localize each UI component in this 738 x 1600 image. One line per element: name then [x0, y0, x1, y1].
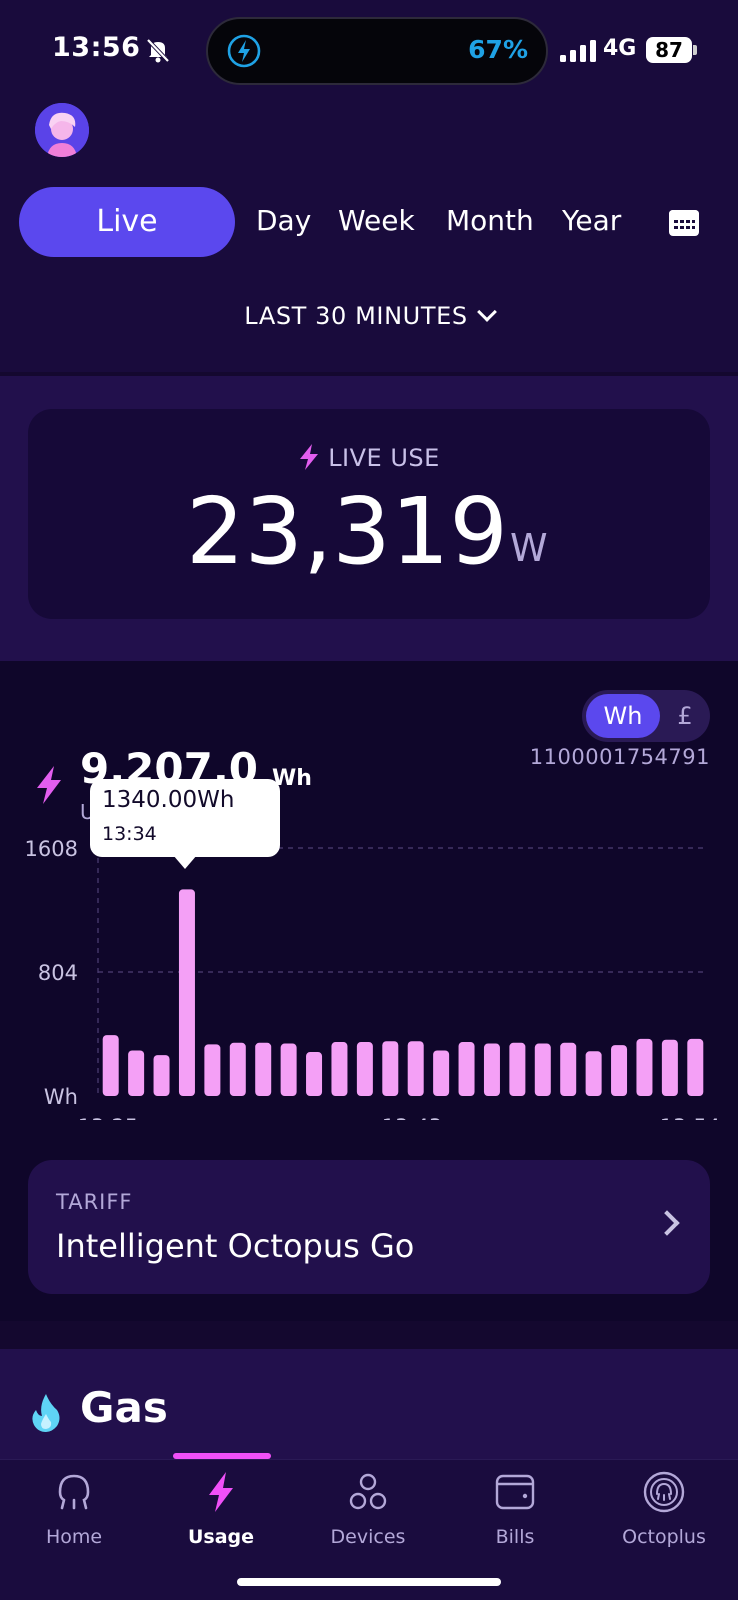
range-label: LAST 30 MINUTES	[244, 302, 468, 330]
meter-id: 1100001754791	[529, 745, 710, 769]
unit-toggle-gbp[interactable]: £	[664, 694, 706, 738]
chart-bar[interactable]	[534, 1043, 551, 1096]
flame-icon	[32, 1394, 60, 1432]
tooltip-time: 13:34	[102, 823, 157, 845]
tooltip-value: 1340.00Wh	[102, 787, 235, 813]
tab-day[interactable]: Day	[256, 204, 311, 237]
range-selector[interactable]: LAST 30 MINUTES	[0, 302, 738, 330]
live-use-unit: W	[510, 526, 548, 570]
chart-bar[interactable]	[306, 1052, 323, 1096]
chart-bar[interactable]	[331, 1042, 348, 1096]
bolt-icon	[37, 766, 61, 804]
chart-bar[interactable]	[687, 1038, 704, 1096]
gas-title: Gas	[80, 1383, 168, 1432]
live-use-value: 23,319	[186, 478, 508, 585]
chart-bar[interactable]	[585, 1051, 602, 1096]
chart-bar[interactable]	[178, 889, 195, 1096]
nav-home[interactable]: Home	[14, 1470, 134, 1548]
chart-tooltip: 1340.00Wh 13:34	[90, 779, 280, 857]
bell-muted-icon	[146, 38, 170, 63]
nav-devices[interactable]: Devices	[308, 1470, 428, 1548]
octopus-icon	[58, 1474, 90, 1510]
unit-toggle-wh[interactable]: Wh	[586, 694, 660, 738]
chevron-down-icon	[476, 302, 497, 322]
avatar-icon	[35, 103, 89, 157]
chart-bar[interactable]	[382, 1041, 399, 1096]
charge-percent: 67%	[468, 35, 528, 64]
nav-usage[interactable]: Usage	[161, 1470, 281, 1548]
y-tick-label: 1608	[25, 837, 78, 861]
nav-devices-label: Devices	[330, 1526, 406, 1548]
usage-bar-chart[interactable]: 1608 804 Wh 13:25 13:43 13:54	[0, 820, 738, 1120]
dynamic-island: 67%	[206, 17, 548, 85]
status-time: 13:56	[52, 32, 141, 63]
tariff-name: Intelligent Octopus Go	[56, 1227, 415, 1265]
nav-home-label: Home	[45, 1526, 103, 1548]
x-tick-label: 13:54	[660, 1115, 721, 1120]
bolt-icon	[300, 444, 319, 470]
chart-bar[interactable]	[509, 1042, 526, 1096]
divider	[0, 1321, 738, 1349]
battery-icon: 87	[646, 37, 692, 63]
network-type: 4G	[603, 36, 637, 61]
chart-bar[interactable]	[204, 1044, 221, 1096]
nav-usage-label: Usage	[187, 1526, 255, 1548]
nav-bills-label: Bills	[495, 1526, 535, 1548]
nav-bills[interactable]: Bills	[455, 1470, 575, 1548]
tab-year[interactable]: Year	[562, 204, 621, 237]
nav-active-indicator	[173, 1453, 271, 1459]
home-indicator	[237, 1578, 501, 1586]
y-tick-label: Wh	[44, 1085, 78, 1109]
chart-bar[interactable]	[560, 1042, 577, 1096]
chart-bar[interactable]	[280, 1043, 297, 1096]
chart-bar[interactable]	[356, 1042, 373, 1096]
chart-bar[interactable]	[433, 1050, 450, 1096]
tab-live[interactable]: Live	[19, 187, 235, 257]
chart-bar[interactable]	[407, 1041, 424, 1096]
tab-week[interactable]: Week	[338, 204, 415, 237]
chart-bar[interactable]	[483, 1043, 500, 1096]
chart-bar[interactable]	[255, 1042, 272, 1096]
battery-tip	[693, 45, 697, 55]
chart-bar[interactable]	[661, 1039, 678, 1096]
chart-bar[interactable]	[458, 1042, 475, 1096]
devices-icon	[349, 1473, 387, 1510]
octoplus-icon	[643, 1471, 685, 1513]
avatar[interactable]	[35, 103, 89, 157]
charging-icon	[227, 34, 261, 68]
chart-bar[interactable]	[153, 1055, 170, 1096]
signal-icon	[560, 40, 596, 62]
calendar-icon[interactable]	[668, 209, 700, 237]
chart-bar[interactable]	[128, 1050, 145, 1096]
chart-bar[interactable]	[636, 1038, 653, 1096]
nav-octoplus[interactable]: Octoplus	[604, 1470, 724, 1548]
wallet-icon	[495, 1474, 535, 1510]
nav-octoplus-label: Octoplus	[622, 1526, 706, 1548]
x-tick-label: 13:43	[382, 1115, 443, 1120]
tariff-label: TARIFF	[56, 1190, 133, 1214]
y-tick-label: 804	[38, 961, 78, 985]
tooltip-pointer	[173, 855, 197, 869]
live-use-heading: LIVE USE	[0, 444, 738, 472]
chart-bar[interactable]	[229, 1042, 246, 1096]
chart-bar[interactable]	[611, 1045, 628, 1096]
tab-month[interactable]: Month	[446, 204, 534, 237]
chart-bar[interactable]	[102, 1035, 119, 1096]
x-tick-label: 13:25	[78, 1115, 139, 1120]
live-use-label: LIVE USE	[328, 444, 440, 472]
bolt-icon	[209, 1472, 233, 1512]
